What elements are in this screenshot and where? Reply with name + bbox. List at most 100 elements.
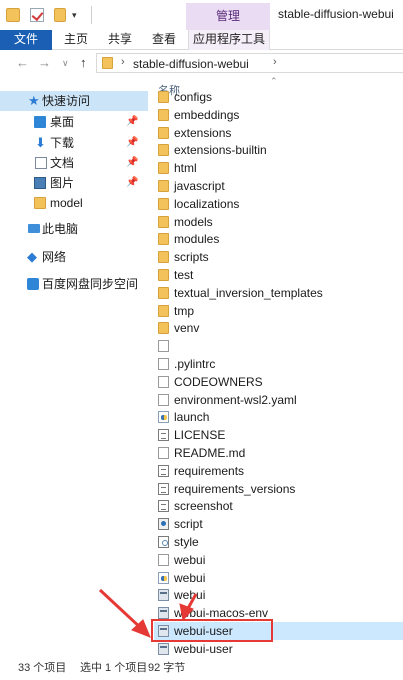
- file-row[interactable]: CODEOWNERS: [154, 373, 403, 391]
- sidebar-item-baidu-netdisk[interactable]: 百度网盘同步空间: [0, 274, 148, 294]
- file-row[interactable]: requirements: [154, 462, 403, 480]
- file-row[interactable]: README.md: [154, 444, 403, 462]
- file-icon: [158, 340, 169, 353]
- new-folder-icon[interactable]: [54, 8, 66, 22]
- file-name: webui: [174, 570, 206, 585]
- status-selected-size: 92 字节: [148, 662, 186, 674]
- file-row[interactable]: screenshot: [154, 497, 403, 515]
- up-arrow-icon[interactable]: ↑: [80, 54, 87, 72]
- status-selected-count: 选中 1 个项目: [80, 662, 148, 674]
- chevron-right-icon[interactable]: ›: [121, 56, 125, 68]
- file-name: models: [174, 214, 213, 229]
- folder-icon: [158, 286, 169, 299]
- file-row[interactable]: requirements_versions: [154, 480, 403, 498]
- sidebar-item-desktop[interactable]: 桌面 📌: [0, 112, 148, 132]
- status-item-count: 33 个项目: [18, 662, 67, 674]
- download-icon: ⬇: [35, 135, 46, 150]
- sidebar-item-label: 百度网盘同步空间: [42, 277, 139, 291]
- file-row[interactable]: environment-wsl2.yaml: [154, 391, 403, 409]
- tab-view[interactable]: 查看: [152, 30, 176, 50]
- sidebar-item-quick-access[interactable]: ★ 快速访问: [0, 91, 148, 111]
- folder-icon: [158, 144, 169, 157]
- address-bar-row: ← → ∨ ↑ › stable-diffusion-webui ›: [0, 50, 403, 76]
- file-row[interactable]: models: [154, 213, 403, 231]
- highlight-annotation-box: [151, 619, 273, 642]
- sidebar-item-label: 下载: [50, 136, 75, 150]
- document-icon: [35, 157, 47, 169]
- address-input[interactable]: › stable-diffusion-webui ›: [96, 53, 403, 73]
- forward-arrow-icon[interactable]: →: [38, 54, 51, 72]
- batch-file-icon: [158, 589, 169, 602]
- file-row[interactable]: modules: [154, 230, 403, 248]
- tab-share[interactable]: 共享: [108, 30, 132, 50]
- folder-icon: [158, 126, 169, 139]
- file-row[interactable]: javascript: [154, 177, 403, 195]
- file-row[interactable]: tmp: [154, 302, 403, 320]
- batch-file-icon: [158, 607, 169, 620]
- properties-icon[interactable]: [30, 8, 44, 22]
- file-row[interactable]: .pylintrc: [154, 355, 403, 373]
- file-name: scripts: [174, 250, 209, 265]
- folder-icon: [158, 233, 169, 246]
- sidebar-item-documents[interactable]: 文档 📌: [0, 153, 148, 173]
- file-name: style: [174, 535, 199, 549]
- file-row[interactable]: webui: [154, 551, 403, 569]
- file-name: screenshot: [174, 499, 233, 514]
- file-name: environment-wsl2.yaml: [174, 392, 297, 407]
- file-row[interactable]: localizations: [154, 195, 403, 213]
- file-row[interactable]: launch: [154, 408, 403, 426]
- file-list: 名称 ⌃ configs embeddings extensions extensio…: [150, 76, 403, 656]
- file-row[interactable]: style: [154, 533, 403, 551]
- this-pc-icon: [28, 224, 40, 233]
- file-name: requirements_versions: [174, 481, 296, 496]
- back-arrow-icon[interactable]: ←: [16, 54, 29, 72]
- file-row[interactable]: script: [154, 515, 403, 533]
- sidebar-item-downloads[interactable]: ⬇ 下载 📌: [0, 133, 148, 153]
- sidebar-item-model[interactable]: model: [0, 193, 148, 213]
- file-name: webui-user: [174, 641, 233, 656]
- file-row[interactable]: [154, 337, 403, 355]
- file-row[interactable]: scripts: [154, 248, 403, 266]
- file-name: modules: [174, 232, 220, 247]
- file-row[interactable]: html: [154, 159, 403, 177]
- folder-icon[interactable]: [6, 8, 20, 22]
- sidebar-item-pictures[interactable]: 图片 📌: [0, 173, 148, 193]
- pin-icon[interactable]: 📌: [126, 133, 138, 153]
- tab-file[interactable]: 文件: [0, 30, 52, 50]
- file-row[interactable]: webui: [154, 586, 403, 604]
- sidebar-item-label: 快速访问: [42, 94, 91, 108]
- file-row[interactable]: embeddings: [154, 106, 403, 124]
- file-row[interactable]: webui-user: [154, 640, 403, 656]
- tab-home[interactable]: 主页: [64, 30, 88, 50]
- file-row[interactable]: textual_inversion_templates: [154, 284, 403, 302]
- baidu-netdisk-icon: [27, 278, 39, 290]
- recent-locations-chevron-icon[interactable]: ∨: [62, 54, 69, 72]
- file-row[interactable]: test: [154, 266, 403, 284]
- python-file-icon: [158, 411, 169, 424]
- file-row[interactable]: extensions-builtin: [154, 141, 403, 159]
- file-icon: [158, 553, 169, 566]
- tab-application-tools[interactable]: 应用程序工具: [188, 30, 270, 50]
- pin-icon[interactable]: 📌: [126, 112, 138, 132]
- file-row[interactable]: venv: [154, 319, 403, 337]
- file-name: LICENSE: [174, 428, 226, 443]
- file-row[interactable]: LICENSE: [154, 426, 403, 444]
- manage-tab[interactable]: 管理: [186, 3, 270, 30]
- file-row[interactable]: configs: [154, 88, 403, 106]
- chevron-right-icon[interactable]: ›: [273, 56, 277, 68]
- pin-icon[interactable]: 📌: [126, 173, 138, 193]
- file-name: webui: [174, 588, 206, 603]
- file-row[interactable]: extensions: [154, 124, 403, 142]
- folder-icon: [158, 91, 169, 103]
- sidebar-item-network[interactable]: ◆ 网络: [0, 247, 148, 267]
- title-bar: ▾ 管理 stable-diffusion-webui: [0, 0, 403, 30]
- pin-icon[interactable]: 📌: [126, 153, 138, 173]
- quick-access-dropdown-icon[interactable]: ▾: [72, 8, 82, 22]
- folder-icon: [102, 57, 113, 69]
- sidebar-item-this-pc[interactable]: 此电脑: [0, 219, 148, 239]
- sidebar-item-label: 此电脑: [42, 222, 79, 236]
- breadcrumb-current[interactable]: stable-diffusion-webui: [133, 57, 249, 71]
- toolbar-separator: [91, 6, 92, 24]
- file-row[interactable]: webui: [154, 569, 403, 587]
- file-name: configs: [174, 90, 213, 104]
